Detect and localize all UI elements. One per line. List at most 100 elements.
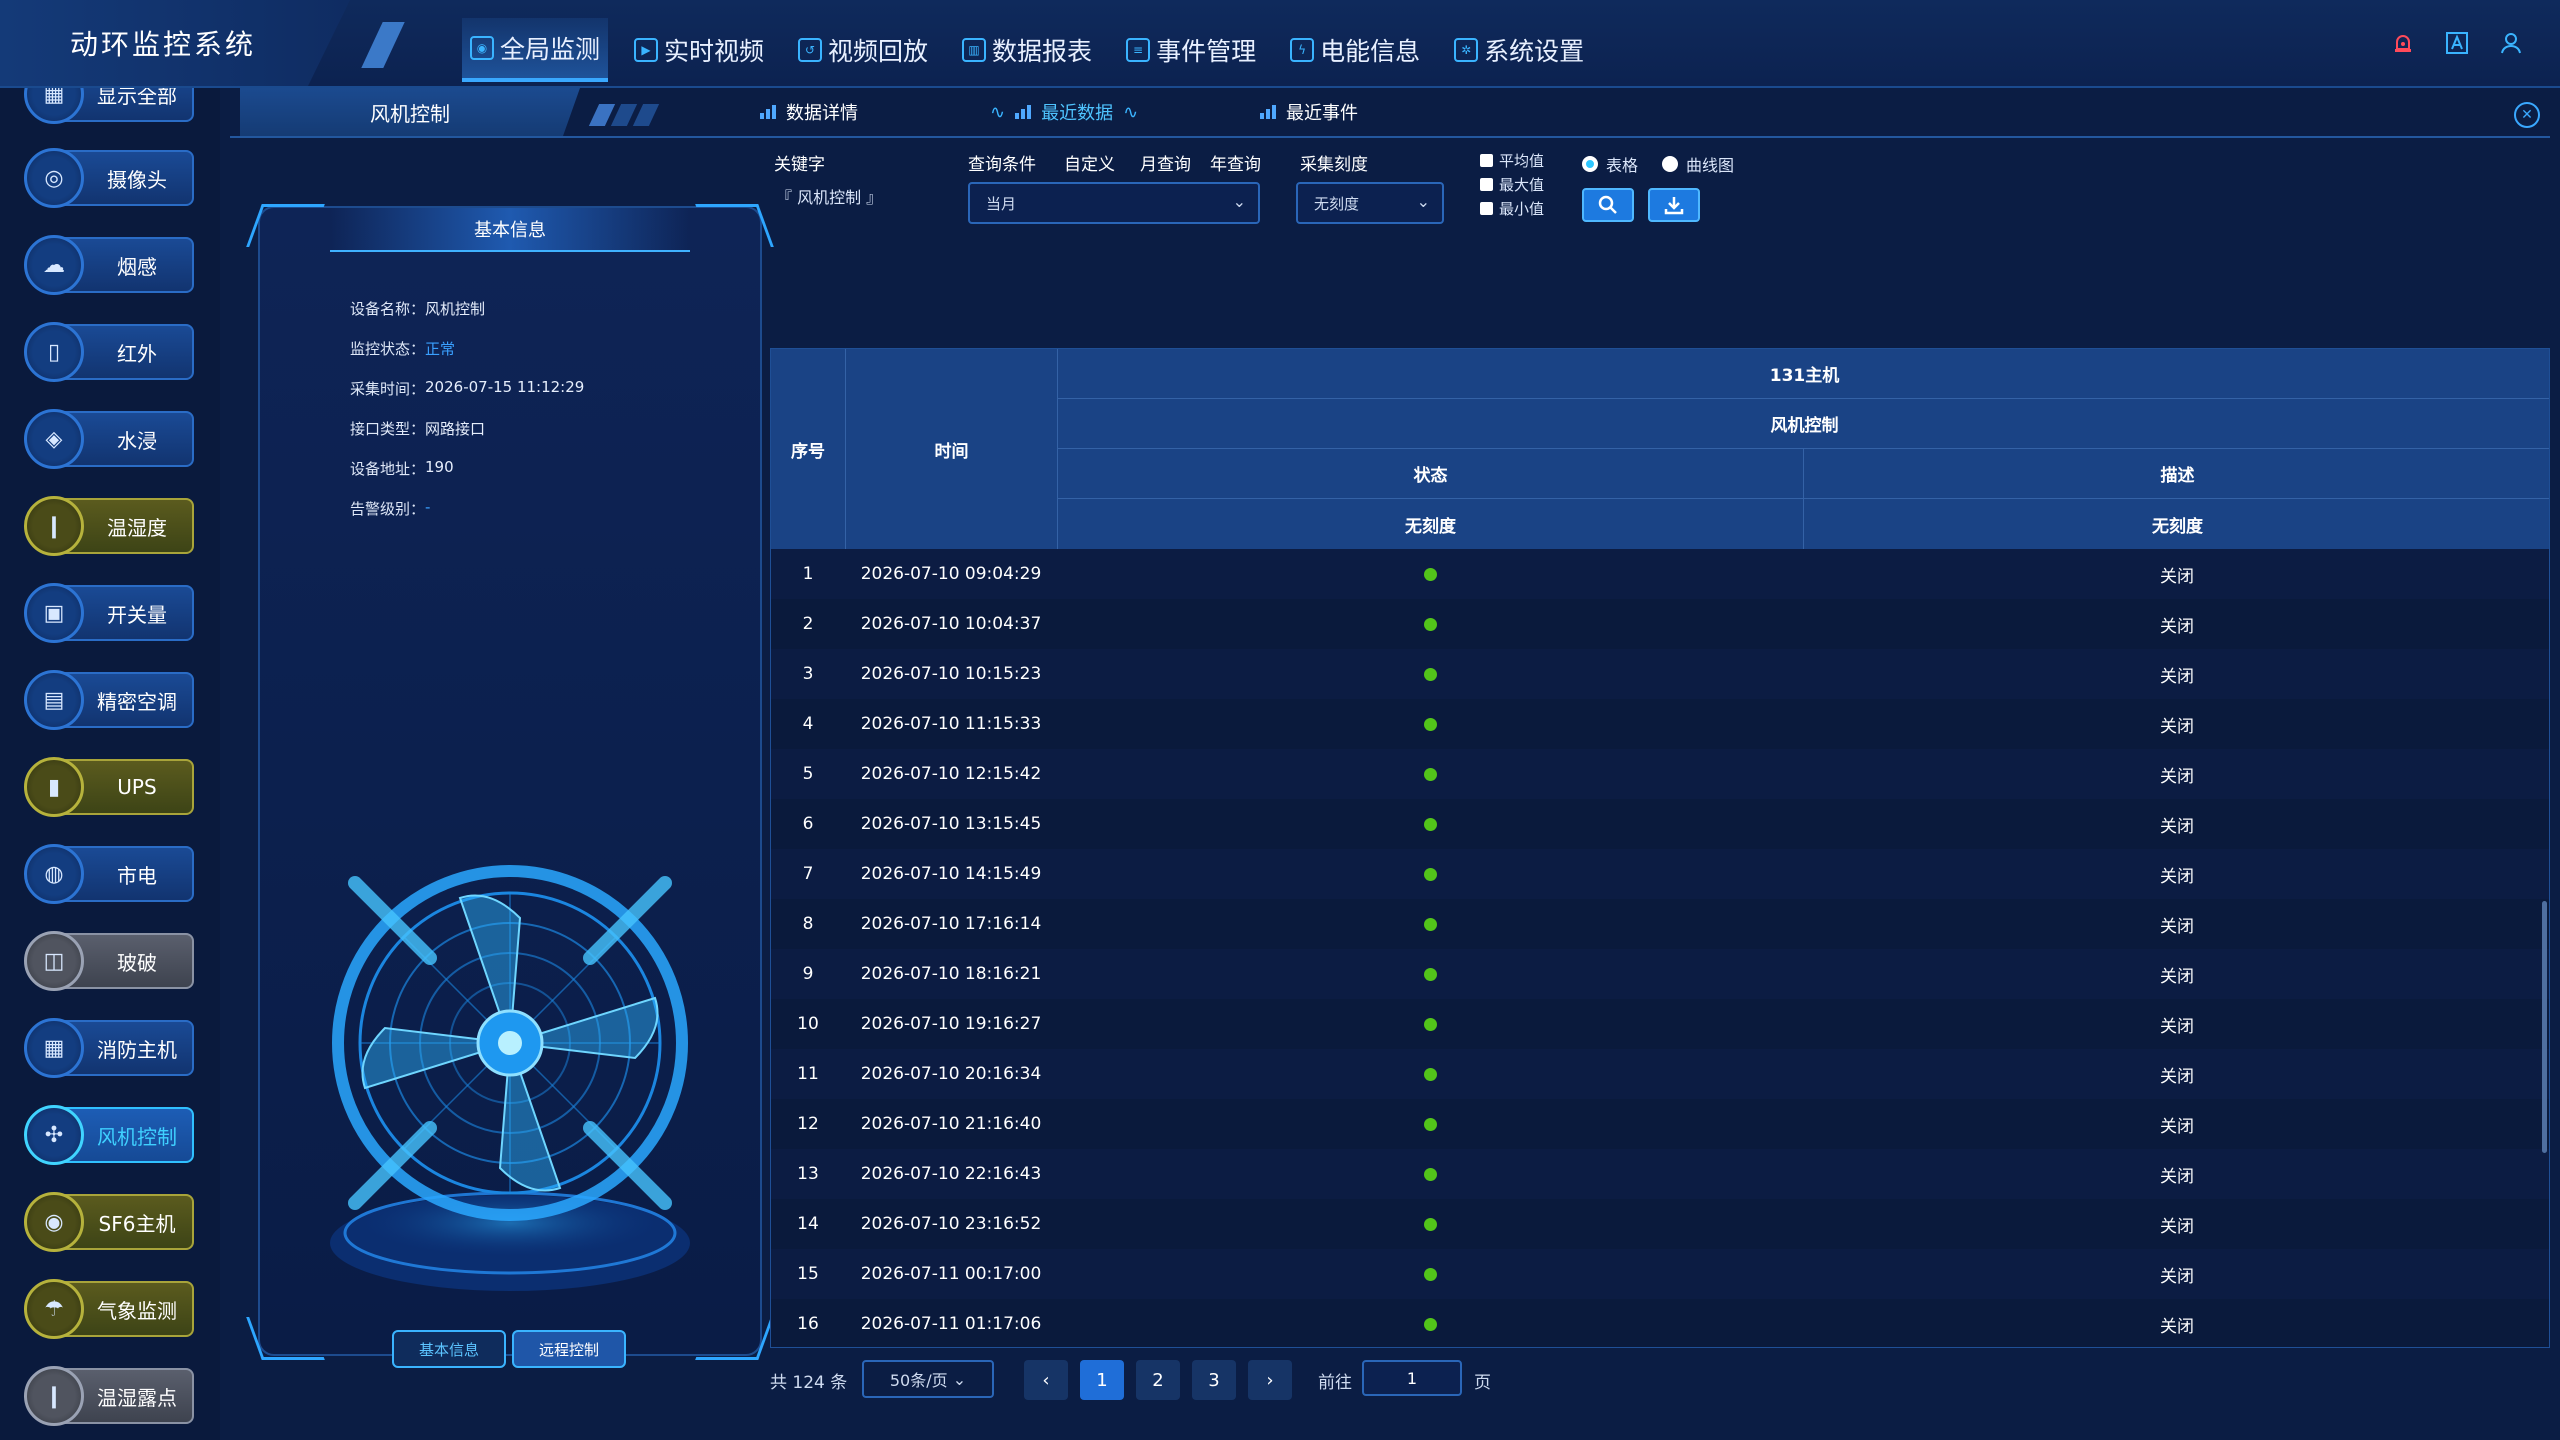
nav-video-replay[interactable]: ↺ 视频回放 [790,18,936,82]
row-desc: 关闭 [2160,1016,2194,1037]
sidebar-item-dew-point[interactable]: ❙ 温湿露点 [24,1366,194,1426]
row-time: 2026-07-10 23:16:52 [860,1214,1042,1234]
nav-system-settings[interactable]: ✲ 系统设置 [1446,18,1592,82]
chevron-down-icon: ⌄ [1416,192,1430,211]
row-desc: 关闭 [2160,866,2194,887]
avg-checkbox[interactable]: 平均值 [1480,150,1544,171]
sidebar-item-precision-ac[interactable]: ▤ 精密空调 [24,670,194,730]
page-button-3[interactable]: 3 [1192,1360,1236,1400]
nav-label: 系统设置 [1484,37,1585,66]
sidebar-item-show-all[interactable]: ▦ 显示全部 [24,88,194,124]
row-desc: 关闭 [2160,1116,2194,1137]
month-query-option[interactable]: 月查询 [1140,150,1191,175]
sidebar-item-mains[interactable]: ◍ 市电 [24,844,194,904]
card-corner [246,1317,325,1360]
page-size-select[interactable]: 50条/页 ⌄ [862,1360,994,1398]
query-condition-value: 当月 [986,194,1017,213]
row-time: 2026-07-10 21:16:40 [860,1114,1042,1134]
tab-fan-control[interactable]: 风机控制 [240,88,580,136]
chevron-down-icon: ⌄ [947,1369,967,1389]
row-time: 2026-07-10 10:15:23 [860,664,1042,684]
row-desc: 关闭 [2160,1166,2194,1187]
page-button-2[interactable]: 2 [1136,1360,1180,1400]
sidebar-item-ups[interactable]: ▮ UPS [24,757,194,817]
status-dot-icon [1423,1167,1437,1181]
goto-page-input[interactable]: 1 [1362,1360,1462,1396]
user-icon[interactable] [2498,30,2524,56]
row-index: 13 [797,1164,819,1184]
sidebar-item-fire-host[interactable]: ▦ 消防主机 [24,1018,194,1078]
prev-page-button[interactable]: ‹ [1024,1360,1068,1400]
lightning-icon: ϟ [1290,38,1315,62]
page-button-1[interactable]: 1 [1080,1360,1124,1400]
nav-label: 电能信息 [1320,37,1421,66]
sidebar-item-temp-humidity[interactable]: ❙ 温湿度 [24,496,194,556]
row-desc: 关闭 [2160,766,2194,787]
year-query-option[interactable]: 年查询 [1210,150,1261,175]
curve-view-radio[interactable]: 曲线图 [1662,152,1734,176]
alarm-icon[interactable] [2390,30,2416,56]
glass-break-icon: ◫ [24,931,84,991]
sidebar-item-sf6-host[interactable]: ◉ SF6主机 [24,1192,194,1252]
next-page-button[interactable]: › [1248,1360,1292,1400]
table-row: 9 2026-07-10 18:16:21 关闭 [771,949,2549,999]
air-conditioner-icon: ▤ [24,670,84,730]
row-index: 7 [802,864,814,884]
sidebar-item-weather[interactable]: ☂ 气象监测 [24,1279,194,1339]
sidebar-item-water-leak[interactable]: ◈ 水浸 [24,409,194,469]
download-button[interactable] [1648,188,1700,222]
card-corner [695,1317,774,1360]
page-unit-label: 页 [1474,1373,1491,1393]
remote-control-button[interactable]: 远程控制 [512,1330,626,1368]
scale-value: 无刻度 [1314,194,1360,213]
goto-label: 前往 [1318,1373,1352,1393]
nav-event-management[interactable]: ≡ 事件管理 [1118,18,1264,82]
close-icon[interactable]: ✕ [2514,102,2540,128]
sidebar-item-fan-control[interactable]: ✣ 风机控制 [24,1105,194,1165]
sidebar-item-glass-break[interactable]: ◫ 玻破 [24,931,194,991]
table-row: 5 2026-07-10 12:15:42 关闭 [771,749,2549,799]
scale-select[interactable]: 无刻度 ⌄ [1296,182,1444,224]
row-index: 4 [802,714,814,734]
query-condition-select[interactable]: 当月 ⌄ [968,182,1260,224]
nav-realtime-video[interactable]: ▶ 实时视频 [626,18,772,82]
main-content: 风机控制 数据详情 ∿ 最近数据 ∿ 最近事件 ✕ 基本信息 设备名称： 风机控… [222,88,2560,1440]
row-index: 2 [802,614,814,634]
nav-label: 数据报表 [992,37,1093,66]
sidebar-item-infrared[interactable]: ▯ 红外 [24,322,194,382]
row-time: 2026-07-10 10:04:37 [860,614,1042,634]
table-scrollbar[interactable] [2542,901,2547,1153]
tab-data-details[interactable]: 数据详情 [760,88,858,136]
row-index: 10 [797,1014,819,1034]
row-status [1057,699,1803,749]
water-leak-icon: ◈ [24,409,84,469]
nav-global-monitor[interactable]: ◉ 全局监测 [462,18,609,82]
nav-power-info[interactable]: ϟ 电能信息 [1282,18,1428,82]
info-row-device-address: 设备地址： 190 [350,458,584,498]
row-status [1057,1149,1803,1199]
custom-query-option[interactable]: 自定义 [1064,150,1115,175]
row-desc: 关闭 [2160,966,2194,987]
search-button[interactable] [1582,188,1634,222]
sidebar-item-switch[interactable]: ▣ 开关量 [24,583,194,643]
fire-host-icon: ▦ [24,1018,84,1078]
sidebar-item-camera[interactable]: ◎ 摄像头 [24,148,194,208]
basic-info-button[interactable]: 基本信息 [392,1330,506,1368]
font-a-icon[interactable] [2444,30,2470,56]
nav-data-report[interactable]: ▥ 数据报表 [954,18,1100,82]
status-dot-icon [1423,867,1437,881]
top-right-icons [2390,30,2524,56]
table-view-radio[interactable]: 表格 [1582,152,1638,176]
table-row: 8 2026-07-10 17:16:14 关闭 [771,899,2549,949]
row-time: 2026-07-10 22:16:43 [860,1164,1042,1184]
sidebar-item-smoke[interactable]: ☁ 烟感 [24,235,194,295]
header-desc-scale: 无刻度 [1803,499,2549,549]
tab-recent-data[interactable]: ∿ 最近数据 ∿ [990,88,1138,136]
min-checkbox[interactable]: 最小值 [1480,198,1544,219]
row-status [1057,1249,1803,1299]
max-checkbox[interactable]: 最大值 [1480,174,1544,195]
nav-label: 全局监测 [500,35,601,64]
header-host: 131主机 [1057,349,2549,399]
tab-recent-events[interactable]: 最近事件 [1260,88,1358,136]
smoke-detector-icon: ☁ [24,235,84,295]
